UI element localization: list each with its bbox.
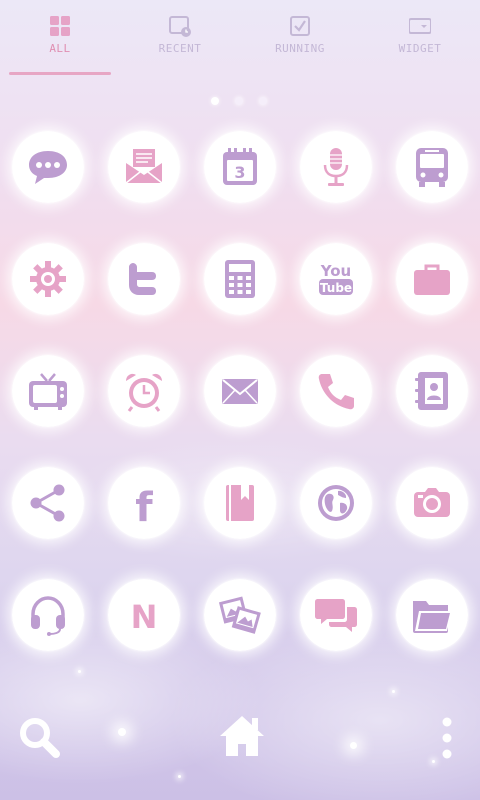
twitter-icon — [129, 263, 156, 295]
widget-icon — [409, 18, 431, 34]
home-button[interactable] — [218, 712, 266, 760]
app-book[interactable] — [204, 467, 276, 539]
app-gallery[interactable] — [204, 579, 276, 651]
chat-bubble-icon — [29, 151, 67, 184]
folder-icon — [413, 601, 452, 633]
camera-icon — [414, 488, 450, 517]
facebook-icon: f — [135, 485, 153, 525]
messages-icon — [315, 599, 357, 632]
app-naver[interactable]: N — [108, 579, 180, 651]
tab-recent-label: RECENT — [158, 42, 202, 55]
active-tab-indicator — [9, 72, 111, 75]
app-browser[interactable] — [300, 467, 372, 539]
tab-widget-label: WIDGET — [398, 42, 442, 55]
app-youtube[interactable]: You Tube — [300, 243, 372, 315]
running-icon — [290, 16, 310, 36]
app-contacts[interactable] — [396, 355, 468, 427]
drawer-tab-bar: ALL RECENT RUNNING WIDGET — [0, 0, 480, 78]
app-phone[interactable] — [300, 355, 372, 427]
tab-running-label: RUNNING — [275, 42, 325, 55]
app-messaging[interactable] — [12, 131, 84, 203]
grid-icon — [50, 16, 70, 36]
sparkle — [78, 670, 81, 673]
page-dot-3[interactable] — [259, 97, 267, 105]
app-voice-recorder[interactable] — [300, 131, 372, 203]
app-briefcase[interactable] — [396, 243, 468, 315]
search-icon — [20, 718, 60, 758]
youtube-icon: You Tube — [319, 262, 353, 295]
alarm-clock-icon — [126, 373, 162, 412]
microphone-icon — [323, 148, 349, 186]
dock-bar — [0, 690, 480, 800]
facebook-logo: f — [135, 485, 153, 525]
home-icon — [220, 716, 264, 756]
app-music[interactable] — [12, 579, 84, 651]
app-alarm[interactable] — [108, 355, 180, 427]
page-indicator — [0, 97, 480, 107]
app-settings[interactable] — [12, 243, 84, 315]
naver-icon: N — [131, 598, 158, 636]
app-tv[interactable] — [12, 355, 84, 427]
naver-logo: N — [131, 598, 158, 636]
page-dot-1[interactable] — [211, 97, 219, 105]
app-calendar[interactable]: 3 — [204, 131, 276, 203]
tab-all[interactable]: ALL — [0, 12, 120, 62]
bus-icon — [416, 148, 448, 187]
phone-icon — [318, 374, 354, 410]
contacts-icon — [415, 372, 448, 410]
app-twitter[interactable] — [108, 243, 180, 315]
briefcase-icon — [414, 264, 450, 295]
email-icon — [222, 379, 258, 404]
app-calculator[interactable] — [204, 243, 276, 315]
book-icon — [226, 485, 254, 521]
calendar-date: 3 — [234, 163, 245, 182]
calendar-icon: 3 — [223, 148, 257, 185]
app-messenger[interactable] — [300, 579, 372, 651]
app-transit[interactable] — [396, 131, 468, 203]
youtube-logo-top: You — [320, 262, 351, 280]
app-email[interactable] — [204, 355, 276, 427]
tab-running[interactable]: RUNNING — [240, 12, 360, 62]
app-mail[interactable] — [108, 131, 180, 203]
globe-icon — [318, 485, 354, 521]
recent-icon — [169, 16, 191, 37]
page-dot-2[interactable] — [235, 97, 243, 105]
tv-icon — [29, 373, 67, 410]
tab-recent[interactable]: RECENT — [120, 12, 240, 62]
share-icon — [30, 484, 65, 522]
headset-icon — [31, 596, 65, 636]
tab-widget[interactable]: WIDGET — [360, 12, 480, 62]
calculator-icon — [225, 260, 255, 298]
gear-icon — [30, 261, 66, 297]
search-button[interactable] — [16, 714, 62, 760]
more-menu-button[interactable] — [436, 716, 458, 762]
more-menu-icon — [442, 717, 452, 759]
youtube-logo-bottom: Tube — [320, 281, 352, 295]
app-facebook[interactable]: f — [108, 467, 180, 539]
mail-envelope-icon — [125, 149, 163, 184]
app-camera[interactable] — [396, 467, 468, 539]
gallery-icon — [218, 596, 261, 634]
app-files[interactable] — [396, 579, 468, 651]
tab-all-label: ALL — [49, 42, 71, 55]
app-share[interactable] — [12, 467, 84, 539]
